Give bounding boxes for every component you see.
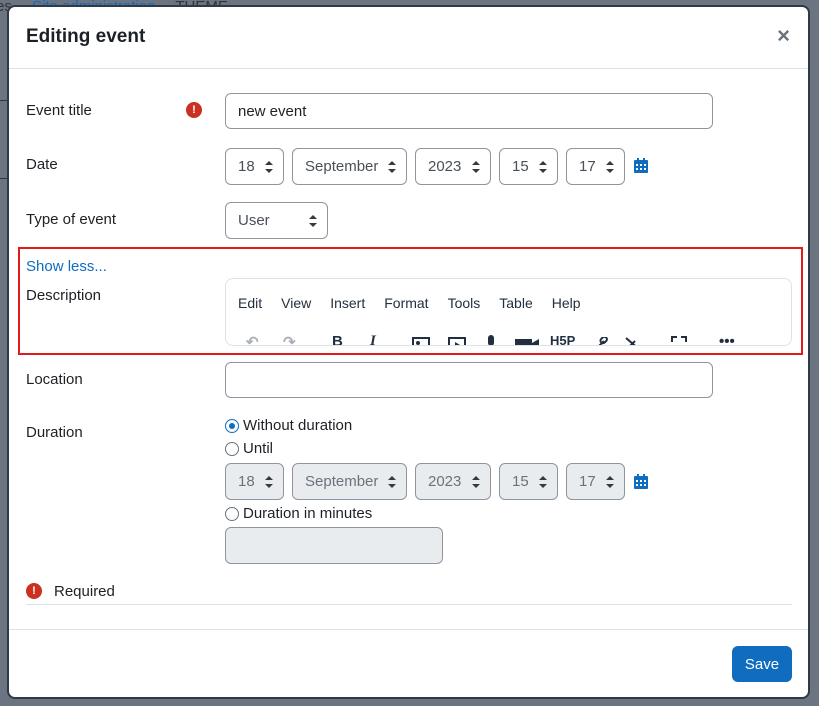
type-of-event-value: User: [238, 212, 270, 229]
select-arrows-icon: [472, 160, 480, 173]
modal-header: Editing event ×: [9, 7, 808, 69]
date-minute-select[interactable]: 17: [566, 148, 625, 185]
date-hour-value: 15: [512, 158, 529, 175]
menu-tools[interactable]: Tools: [448, 295, 481, 311]
type-of-event-select[interactable]: User: [225, 202, 328, 239]
select-arrows-icon: [606, 475, 614, 488]
date-minute-value: 17: [579, 158, 596, 175]
menu-help[interactable]: Help: [552, 295, 581, 311]
close-icon[interactable]: ×: [777, 25, 790, 47]
bold-icon[interactable]: B: [332, 333, 343, 345]
location-input[interactable]: [225, 362, 713, 398]
select-arrows-icon: [309, 214, 317, 227]
modal-title: Editing event: [26, 26, 146, 47]
video-icon[interactable]: [515, 337, 539, 346]
editing-event-modal: Editing event × Event title ! new event …: [9, 7, 808, 697]
background-divider: [0, 100, 8, 101]
until-month-value: September: [305, 473, 379, 490]
date-day-select[interactable]: 18: [225, 148, 284, 185]
duration-minutes-input[interactable]: [225, 527, 443, 564]
radio-duration-minutes[interactable]: [225, 507, 239, 521]
select-arrows-icon: [606, 160, 614, 173]
menu-view[interactable]: View: [281, 295, 311, 311]
menu-table[interactable]: Table: [499, 295, 532, 311]
undo-icon[interactable]: ↶: [246, 333, 259, 345]
date-month-value: September: [305, 158, 379, 175]
date-label: Date: [26, 156, 58, 173]
editor-toolbar: ↶ ↷ B I H5P •••: [246, 333, 786, 346]
until-day-value: 18: [238, 473, 255, 490]
duration-minutes-label: Duration in minutes: [243, 505, 373, 522]
select-arrows-icon: [472, 475, 480, 488]
calendar-icon[interactable]: [634, 474, 648, 489]
date-hour-select[interactable]: 15: [499, 148, 558, 185]
event-title-label: Event title: [26, 102, 92, 119]
duration-label: Duration: [26, 424, 83, 441]
date-month-select[interactable]: September: [292, 148, 407, 185]
type-of-event-label: Type of event: [26, 211, 117, 228]
radio-without-duration[interactable]: [225, 419, 239, 433]
until-month-select[interactable]: September: [292, 463, 407, 500]
until-year-select[interactable]: 2023: [415, 463, 491, 500]
select-arrows-icon: [388, 475, 396, 488]
date-year-value: 2023: [428, 158, 462, 175]
menu-edit[interactable]: Edit: [238, 295, 262, 311]
microphone-icon[interactable]: [486, 335, 496, 346]
until-label: Until: [243, 440, 274, 457]
description-label: Description: [26, 287, 102, 304]
show-less-link[interactable]: Show less...: [26, 258, 107, 275]
select-arrows-icon: [539, 475, 547, 488]
select-arrows-icon: [265, 160, 273, 173]
h5p-icon[interactable]: H5P: [550, 333, 575, 345]
until-minute-select[interactable]: 17: [566, 463, 625, 500]
calendar-icon[interactable]: [634, 158, 648, 173]
form-divider: [26, 604, 792, 605]
until-hour-select[interactable]: 15: [499, 463, 558, 500]
editor-menubar: Edit View Insert Format Tools Table Help: [238, 295, 600, 311]
date-day-value: 18: [238, 158, 255, 175]
radio-until[interactable]: [225, 442, 239, 456]
media-icon[interactable]: [448, 337, 466, 346]
unlink-icon[interactable]: [624, 336, 642, 346]
until-hour-value: 15: [512, 473, 529, 490]
modal-footer-border: [9, 629, 808, 630]
more-icon[interactable]: •••: [719, 333, 735, 345]
italic-icon[interactable]: I: [370, 333, 376, 345]
event-title-value: new event: [238, 102, 307, 120]
menu-format[interactable]: Format: [384, 295, 428, 311]
menu-insert[interactable]: Insert: [330, 295, 365, 311]
save-button[interactable]: Save: [732, 646, 792, 682]
without-duration-label: Without duration: [243, 417, 353, 434]
select-arrows-icon: [265, 475, 273, 488]
select-arrows-icon: [388, 160, 396, 173]
fullscreen-icon[interactable]: [671, 336, 687, 346]
until-day-select[interactable]: 18: [225, 463, 284, 500]
redo-icon[interactable]: ↷: [283, 333, 296, 345]
location-label: Location: [26, 371, 83, 388]
event-title-input[interactable]: new event: [225, 93, 713, 129]
until-minute-value: 17: [579, 473, 596, 490]
link-icon[interactable]: [592, 337, 608, 346]
until-year-value: 2023: [428, 473, 462, 490]
required-icon: !: [186, 102, 202, 118]
required-icon: !: [26, 583, 42, 599]
background-divider: [0, 178, 8, 179]
description-editor[interactable]: Edit View Insert Format Tools Table Help…: [225, 278, 792, 346]
select-arrows-icon: [539, 160, 547, 173]
required-note: Required: [54, 583, 115, 600]
date-year-select[interactable]: 2023: [415, 148, 491, 185]
image-icon[interactable]: [412, 337, 430, 346]
